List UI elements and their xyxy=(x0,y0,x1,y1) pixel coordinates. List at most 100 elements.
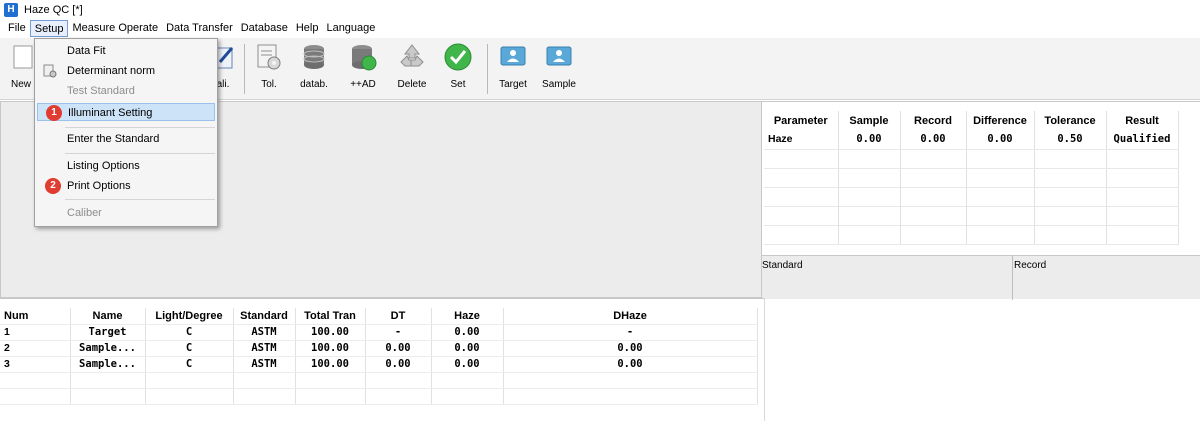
results-cell: 0.50 xyxy=(1034,130,1107,150)
menu-item-listing-options[interactable]: Listing Options xyxy=(37,157,215,175)
toolbar-separator xyxy=(487,44,488,94)
menu-item-data-fit[interactable]: Data Fit xyxy=(37,42,215,60)
list-cell: C xyxy=(145,324,234,341)
target-button[interactable]: Target xyxy=(494,42,532,98)
app-logo-icon: H xyxy=(4,2,18,17)
table-row[interactable]: 2 Sample... C ASTM 100.00 0.00 0.00 0.00 xyxy=(0,340,758,357)
table-row[interactable] xyxy=(0,372,758,389)
results-header: Result xyxy=(1106,111,1179,130)
menu-separator xyxy=(65,153,215,154)
list-cell: 0.00 xyxy=(431,324,504,341)
results-header: Difference xyxy=(966,111,1035,130)
table-row[interactable] xyxy=(764,225,1179,245)
results-table: Parameter Sample Record Difference Toler… xyxy=(764,111,1179,245)
list-header[interactable]: Total Tran xyxy=(295,308,366,325)
tolerance-button[interactable]: Tol. xyxy=(252,42,286,98)
add-database-button[interactable]: ++AD xyxy=(346,42,380,98)
menu-separator xyxy=(65,127,215,128)
step-badge: 2 xyxy=(45,178,61,194)
standard-label: Standard xyxy=(762,260,803,271)
list-header[interactable]: Light/Degree xyxy=(145,308,234,325)
menu-item-determinant-norm[interactable]: Determinant norm xyxy=(37,62,215,80)
list-cell: 0.00 xyxy=(431,356,504,373)
menu-item-illuminant-setting[interactable]: 1 Illuminant Setting xyxy=(37,103,215,121)
table-row[interactable] xyxy=(0,388,758,405)
menu-item-enter-standard[interactable]: Enter the Standard xyxy=(37,130,215,148)
results-header: Sample xyxy=(838,111,901,130)
set-button[interactable]: Set xyxy=(441,42,475,98)
menu-data-transfer[interactable]: Data Transfer xyxy=(162,20,237,37)
table-row[interactable] xyxy=(764,206,1179,226)
list-cell: 100.00 xyxy=(295,324,366,341)
target-person-icon xyxy=(500,46,526,66)
results-header-row: Parameter Sample Record Difference Toler… xyxy=(764,111,1179,130)
list-cell: 0.00 xyxy=(365,340,432,357)
list-cell: Sample... xyxy=(70,356,146,373)
menu-file[interactable]: File xyxy=(4,20,30,37)
setup-dropdown-menu: Data Fit Determinant norm Test Standard … xyxy=(34,38,218,227)
list-header[interactable]: Num xyxy=(0,308,71,325)
results-cell: 0.00 xyxy=(966,130,1035,150)
list-cell: 0.00 xyxy=(365,356,432,373)
toolbar-separator xyxy=(244,44,245,94)
standard-divider xyxy=(1012,256,1013,300)
results-cell: 0.00 xyxy=(900,130,967,150)
check-icon xyxy=(444,43,472,71)
list-cell: ASTM xyxy=(233,356,296,373)
table-row[interactable]: Haze 0.00 0.00 0.00 0.50 Qualified xyxy=(764,130,1179,150)
table-row[interactable]: 3 Sample... C ASTM 100.00 0.00 0.00 0.00 xyxy=(0,356,758,373)
list-cell: 3 xyxy=(0,356,71,373)
title-bar: H Haze QC [*] xyxy=(0,0,1200,19)
menu-item-caliber: Caliber xyxy=(67,207,102,219)
measurement-list-table: Num Name Light/Degree Standard Total Tra… xyxy=(0,308,758,405)
step-badge: 1 xyxy=(46,105,62,121)
menu-setup[interactable]: Setup xyxy=(29,20,69,37)
delete-button[interactable]: Delete xyxy=(392,42,432,98)
menu-database[interactable]: Database xyxy=(237,20,292,37)
results-header: Record xyxy=(900,111,967,130)
list-cell: - xyxy=(503,324,758,341)
menu-help[interactable]: Help xyxy=(292,20,323,37)
recycle-icon xyxy=(400,44,424,67)
list-header[interactable]: Haze xyxy=(431,308,504,325)
norm-settings-icon xyxy=(43,64,57,78)
results-cell: 0.00 xyxy=(838,130,901,150)
list-header[interactable]: DHaze xyxy=(503,308,758,325)
window-title: Haze QC [*] xyxy=(24,3,83,16)
tolerance-settings-icon xyxy=(257,44,281,70)
database-icon xyxy=(303,45,325,69)
results-cell: Qualified xyxy=(1106,130,1179,150)
results-panel: Parameter Sample Record Difference Toler… xyxy=(762,101,1200,300)
menu-separator xyxy=(65,199,215,200)
list-header[interactable]: Name xyxy=(70,308,146,325)
new-button[interactable]: New xyxy=(8,42,34,98)
list-cell: ASTM xyxy=(233,340,296,357)
table-row[interactable] xyxy=(764,149,1179,169)
table-row[interactable]: 1 Target C ASTM 100.00 - 0.00 - xyxy=(0,324,758,341)
menu-bar: File Setup Measure Operate Data Transfer… xyxy=(0,19,1200,38)
list-cell: 0.00 xyxy=(431,340,504,357)
table-row[interactable] xyxy=(764,168,1179,188)
list-cell: 100.00 xyxy=(295,356,366,373)
list-header[interactable]: DT xyxy=(365,308,432,325)
results-cell: Haze xyxy=(764,130,839,150)
list-cell: - xyxy=(365,324,432,341)
record-label: Record xyxy=(1014,260,1047,271)
standard-record-area: Standard Record xyxy=(762,255,1200,300)
sample-button[interactable]: Sample xyxy=(538,42,580,98)
sample-person-icon xyxy=(546,46,572,66)
table-row[interactable] xyxy=(764,187,1179,207)
menu-language[interactable]: Language xyxy=(322,20,379,37)
list-header[interactable]: Standard xyxy=(233,308,296,325)
menu-measure-operate[interactable]: Measure Operate xyxy=(68,20,162,37)
results-header: Parameter xyxy=(764,111,839,130)
measurement-list-panel: Num Name Light/Degree Standard Total Tra… xyxy=(0,298,765,421)
list-cell: 2 xyxy=(0,340,71,357)
list-cell: C xyxy=(145,340,234,357)
menu-item-print-options[interactable]: 2 Print Options xyxy=(37,177,215,195)
database-button[interactable]: datab. xyxy=(296,42,332,98)
list-cell: 0.00 xyxy=(503,340,758,357)
menu-item-test-standard: Test Standard xyxy=(67,85,135,97)
results-header: Tolerance xyxy=(1034,111,1107,130)
list-cell: C xyxy=(145,356,234,373)
